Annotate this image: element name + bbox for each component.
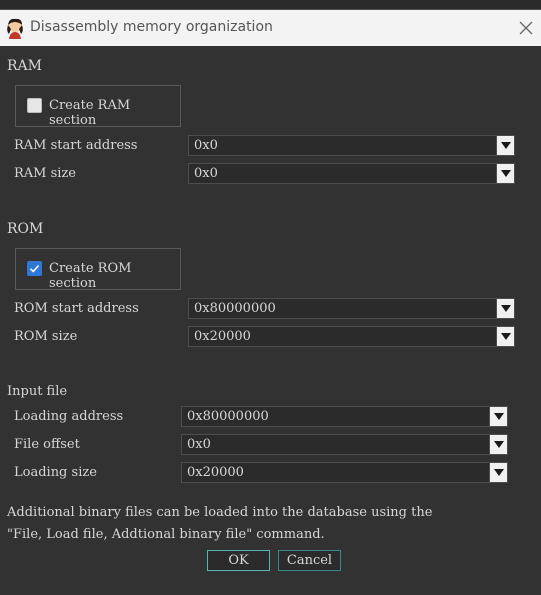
create-rom-label[interactable]: Create ROM section [49, 261, 180, 291]
window-title: Disassembly memory organization [30, 19, 273, 35]
loading-size-label: Loading size [14, 465, 97, 480]
chevron-down-icon [493, 441, 504, 448]
file-offset-value[interactable]: 0x0 [187, 437, 211, 452]
file-offset-dropdown[interactable] [489, 435, 507, 454]
checkmark-icon [29, 264, 40, 273]
create-ram-checkbox[interactable] [27, 98, 42, 113]
create-ram-label[interactable]: Create RAM section [49, 98, 180, 128]
close-icon [519, 21, 533, 35]
rom-section-label: ROM [7, 221, 44, 237]
chevron-down-icon [493, 413, 504, 420]
rom-start-label: ROM start address [14, 301, 139, 316]
rom-start-dropdown[interactable] [496, 299, 514, 318]
rom-size-combo[interactable]: 0x20000 [188, 326, 515, 347]
chevron-down-icon [500, 170, 511, 177]
loading-size-dropdown[interactable] [489, 463, 507, 482]
file-offset-label: File offset [14, 437, 80, 452]
input-file-section-label: Input file [7, 384, 68, 399]
chevron-down-icon [500, 333, 511, 340]
rom-size-label: ROM size [14, 329, 78, 344]
chevron-down-icon [500, 142, 511, 149]
dialog-window: Disassembly memory organization RAM Crea… [0, 9, 541, 595]
chevron-down-icon [493, 469, 504, 476]
ram-size-value[interactable]: 0x0 [194, 166, 218, 181]
create-rom-group: Create ROM section [15, 248, 181, 291]
loading-address-combo[interactable]: 0x80000000 [181, 406, 508, 427]
file-offset-combo[interactable]: 0x0 [181, 434, 508, 455]
ram-start-dropdown[interactable] [496, 136, 514, 155]
ram-size-combo[interactable]: 0x0 [188, 163, 515, 184]
help-note: Additional binary files can be loaded in… [7, 502, 432, 546]
rom-size-dropdown[interactable] [496, 327, 514, 346]
rom-size-value[interactable]: 0x20000 [194, 329, 251, 344]
ok-button[interactable]: OK [207, 550, 270, 571]
loading-address-value[interactable]: 0x80000000 [187, 409, 269, 424]
ram-start-combo[interactable]: 0x0 [188, 135, 515, 156]
loading-address-dropdown[interactable] [489, 407, 507, 426]
cancel-button[interactable]: Cancel [278, 550, 341, 571]
ram-size-dropdown[interactable] [496, 164, 514, 183]
chevron-down-icon [500, 305, 511, 312]
rom-start-combo[interactable]: 0x80000000 [188, 298, 515, 319]
loading-size-combo[interactable]: 0x20000 [181, 462, 508, 483]
ram-start-label: RAM start address [14, 138, 138, 153]
loading-size-value[interactable]: 0x20000 [187, 465, 244, 480]
help-note-line-1: Additional binary files can be loaded in… [7, 505, 433, 520]
app-avatar-icon [7, 18, 23, 39]
loading-address-label: Loading address [14, 409, 124, 424]
ram-start-value[interactable]: 0x0 [194, 138, 218, 153]
rom-start-value[interactable]: 0x80000000 [194, 301, 276, 316]
help-note-line-2: "File, Load file, Addtional binary file"… [7, 527, 325, 542]
close-button[interactable] [511, 10, 541, 46]
ram-section-label: RAM [7, 58, 42, 74]
title-bar: Disassembly memory organization [0, 10, 541, 46]
ram-size-label: RAM size [14, 166, 76, 181]
create-ram-group: Create RAM section [15, 85, 181, 128]
create-rom-checkbox[interactable] [27, 261, 42, 276]
